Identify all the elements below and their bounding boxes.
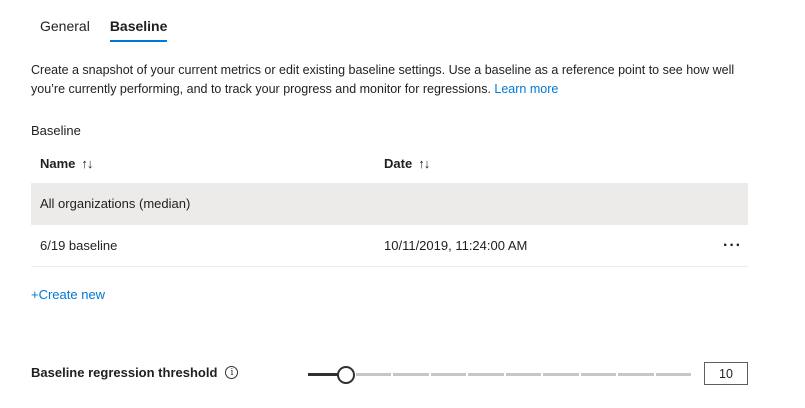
slider-track-segment <box>430 373 467 376</box>
learn-more-link[interactable]: Learn more <box>494 82 558 96</box>
table-header: Name ↑↓ Date ↑↓ <box>31 144 748 183</box>
more-horizontal-icon[interactable]: ··· <box>723 237 742 254</box>
slider-track-segment <box>356 373 392 376</box>
slider-track-segment <box>618 373 654 376</box>
baseline-table: Name ↑↓ Date ↑↓ All organizations (media… <box>31 144 748 267</box>
tab-baseline[interactable]: Baseline <box>109 14 167 42</box>
sort-arrows-icon: ↑↓ <box>81 156 93 171</box>
slider-track-segment <box>580 373 617 376</box>
threshold-label: Baseline regression threshold i <box>31 365 239 380</box>
table-row[interactable]: 6/19 baseline 10/11/2019, 11:24:00 AM ··… <box>31 225 748 267</box>
slider-track-segment <box>505 373 542 376</box>
row-name: 6/19 baseline <box>40 238 118 253</box>
column-header-date[interactable]: Date ↑↓ <box>375 156 685 171</box>
row-date: 10/11/2019, 11:24:00 AM <box>384 238 528 253</box>
info-icon[interactable]: i <box>225 366 239 379</box>
table-row[interactable]: All organizations (median) <box>31 183 748 225</box>
slider-track-segment <box>543 373 579 376</box>
threshold-value-input[interactable] <box>704 362 748 385</box>
baseline-settings-page: General Baseline Create a snapshot of yo… <box>0 0 805 408</box>
baseline-section-label: Baseline <box>31 123 81 138</box>
row-actions-cell: ··· <box>685 237 748 254</box>
threshold-slider[interactable] <box>308 364 693 384</box>
slider-thumb[interactable] <box>337 366 355 384</box>
column-header-date-label: Date <box>384 156 413 171</box>
column-header-name-label: Name <box>40 156 76 171</box>
baseline-description: Create a snapshot of your current metric… <box>31 61 771 99</box>
slider-track-segment <box>393 373 429 376</box>
create-new-link[interactable]: +Create new <box>31 287 105 302</box>
slider-track-segment <box>655 373 691 376</box>
description-text: Create a snapshot of your current metric… <box>31 63 735 96</box>
tab-bar: General Baseline <box>30 14 167 42</box>
column-header-name[interactable]: Name ↑↓ <box>31 156 375 171</box>
sort-arrows-icon: ↑↓ <box>418 156 430 171</box>
tab-general[interactable]: General <box>40 14 90 42</box>
threshold-label-text: Baseline regression threshold <box>31 365 218 380</box>
slider-track-segment <box>468 373 504 376</box>
row-name: All organizations (median) <box>40 196 191 211</box>
